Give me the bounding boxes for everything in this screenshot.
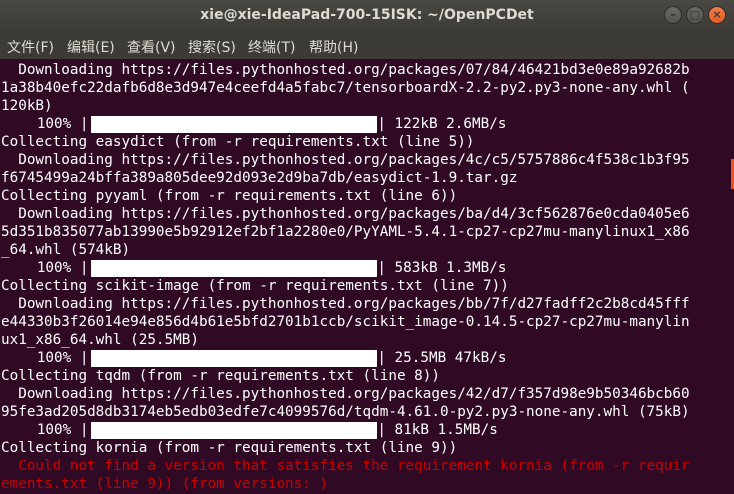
progress-stats: | 81kB 1.5MB/s (377, 422, 498, 438)
output-line: 5d351b835077ab13990e5b92912ef2bf1a2280e0… (1, 224, 690, 240)
error-line: ements.txt (line 9)) (from versions: ) (1, 476, 329, 492)
window-title: xie@xie-IdeaPad-700-15ISK: ~/OpenPCDet (200, 7, 534, 23)
output-line: 1a38b40efc22dafb6d8e3d947e4ceefd4a5fabc7… (1, 80, 690, 96)
progress-percent: 100% | (36, 350, 89, 366)
output-line: Collecting tqdm (from -r requirements.tx… (1, 368, 440, 384)
window-controls: – □ × (664, 6, 726, 24)
minimize-button[interactable]: – (664, 6, 682, 24)
output-line: Downloading https://files.pythonhosted.o… (1, 152, 690, 168)
output-line: Collecting easydict (from -r requirement… (1, 134, 475, 150)
output-line: f6745499a24bffa389a805dee92d093e2d9ba7db… (1, 170, 518, 186)
progress-bar-fill (90, 422, 378, 439)
progress-bar-fill (90, 116, 378, 133)
menu-bar: 文件(F) 编辑(E) 查看(V) 搜索(S) 终端(T) 帮助(H) (0, 32, 734, 59)
progress-percent: 100% | (36, 422, 89, 438)
output-line: Collecting scikit-image (from -r require… (1, 278, 509, 294)
title-bar[interactable]: xie@xie-IdeaPad-700-15ISK: ~/OpenPCDet –… (0, 0, 734, 32)
menu-view[interactable]: 查看(V) (127, 37, 176, 57)
terminal-window: xie@xie-IdeaPad-700-15ISK: ~/OpenPCDet –… (0, 0, 734, 494)
progress-bar-fill (90, 350, 378, 367)
output-line: Downloading https://files.pythonhosted.o… (1, 206, 690, 222)
menu-search[interactable]: 搜索(S) (188, 37, 236, 57)
menu-edit[interactable]: 编辑(E) (67, 37, 115, 57)
output-line: Downloading https://files.pythonhosted.o… (1, 386, 690, 402)
output-line: ux1_x86_64.whl (25.5MB) (1, 332, 199, 348)
output-line: _64.whl (574kB) (1, 242, 131, 258)
output-line: 120kB) (1, 98, 53, 114)
progress-percent: 100% | (36, 260, 89, 276)
terminal-output[interactable]: Downloading https://files.pythonhosted.o… (0, 59, 734, 494)
output-line: 95fe3ad205d8db3174eb5edb03edfe7c4099576d… (1, 404, 690, 420)
menu-file[interactable]: 文件(F) (7, 37, 54, 57)
output-line: Collecting pyyaml (from -r requirements.… (1, 188, 458, 204)
progress-percent: 100% | (36, 116, 89, 132)
maximize-button[interactable]: □ (686, 6, 704, 24)
output-line: Downloading https://files.pythonhosted.o… (1, 296, 690, 312)
menu-help[interactable]: 帮助(H) (309, 37, 358, 57)
menu-terminal[interactable]: 终端(T) (248, 37, 295, 57)
progress-stats: | 583kB 1.3MB/s (377, 260, 507, 276)
progress-stats: | 25.5MB 47kB/s (377, 350, 507, 366)
error-line: Could not find a version that satisfies … (1, 458, 690, 474)
output-line: Collecting kornia (from -r requirements.… (1, 440, 458, 456)
close-button[interactable]: × (708, 6, 726, 24)
progress-stats: | 122kB 2.6MB/s (377, 116, 507, 132)
output-line: Downloading https://files.pythonhosted.o… (1, 62, 690, 78)
output-line: e44330b3f26014e94e856d4b61e5bfd2701b1ccb… (1, 314, 690, 330)
progress-bar-fill (90, 260, 378, 277)
